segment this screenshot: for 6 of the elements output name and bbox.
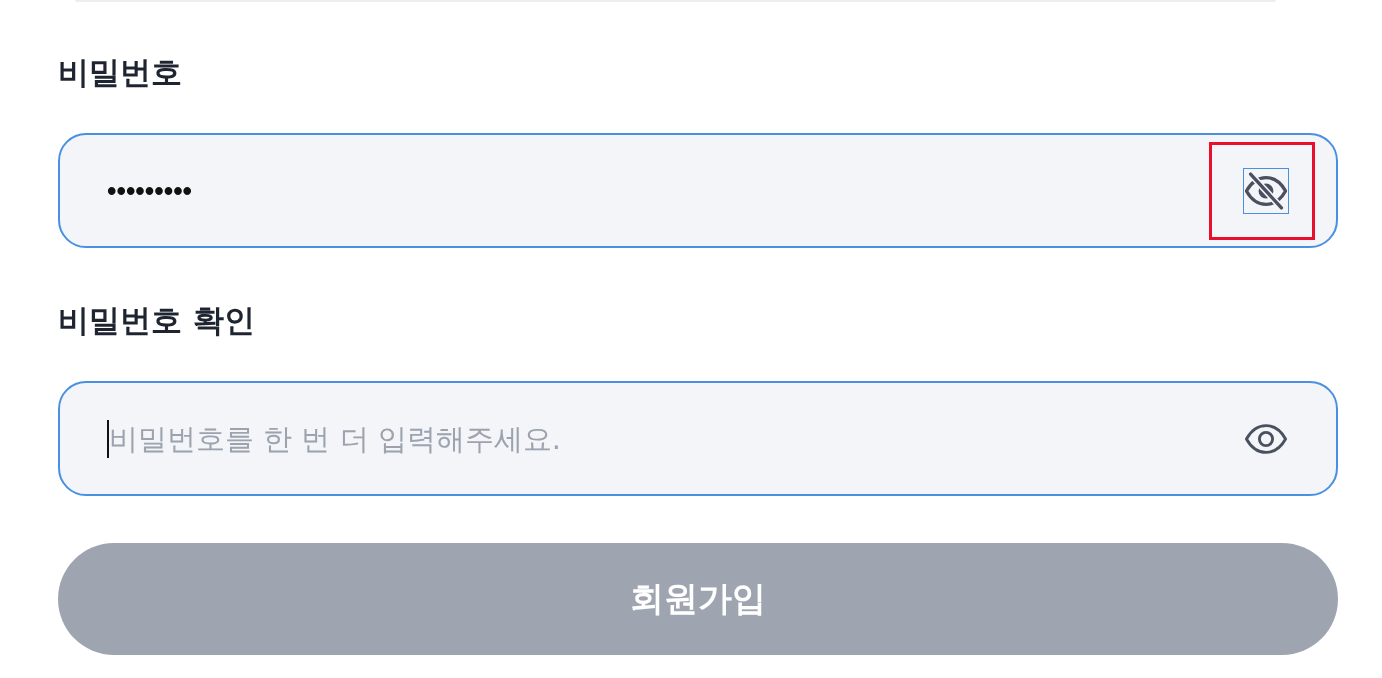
field-label: 비밀번호 [58, 53, 182, 92]
text-cursor-icon [107, 419, 109, 458]
password-field[interactable]: ••••••••• [58, 133, 1338, 248]
placeholder-text: 비밀번호를 한 번 더 입력해주세요. [109, 420, 562, 458]
masked-password-text: ••••••••• [107, 174, 193, 208]
field-label: 비밀번호 확인 [58, 301, 255, 340]
